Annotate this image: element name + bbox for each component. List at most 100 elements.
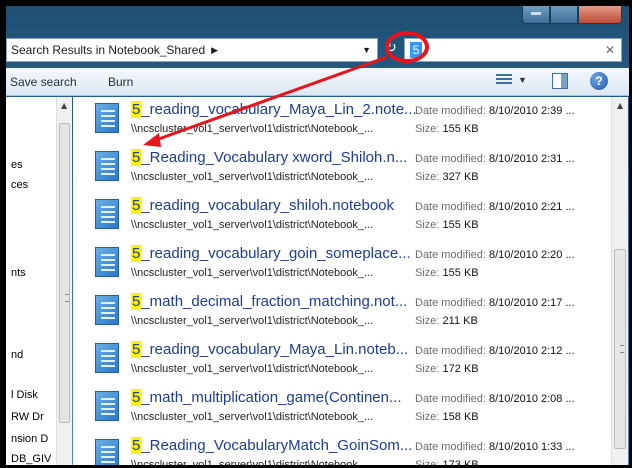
save-search-button[interactable]: Save search xyxy=(10,75,77,89)
result-row[interactable]: 5_reading_vocabulary_Maya_Lin_2.note... \… xyxy=(73,97,611,145)
nav-item[interactable]: nsion D xyxy=(11,433,48,445)
result-row[interactable]: 5_math_multiplication_game(Continen... \\… xyxy=(73,385,611,433)
maximize-button[interactable] xyxy=(550,6,578,24)
notebook-file-icon xyxy=(95,199,119,229)
file-size: Size: 327 KB xyxy=(415,171,479,183)
file-name[interactable]: 5_reading_vocabulary_Maya_Lin_2.note... xyxy=(131,101,417,118)
date-value: 8/10/2010 2:17 ... xyxy=(489,297,575,309)
file-size: Size: 155 KB xyxy=(415,219,479,231)
views-icon[interactable] xyxy=(496,74,512,88)
date-value: 8/10/2010 2:08 ... xyxy=(489,393,575,405)
match-highlight: 5 xyxy=(131,389,142,406)
chevron-down-icon[interactable]: ▼ xyxy=(362,45,371,55)
notebook-file-icon xyxy=(95,391,119,421)
file-size: Size: 158 KB xyxy=(415,411,479,423)
file-name[interactable]: 5_math_decimal_fraction_matching.not... xyxy=(131,293,407,310)
close-window-button[interactable] xyxy=(578,6,622,24)
nav-item[interactable]: es xyxy=(11,159,23,171)
file-name[interactable]: 5_math_multiplication_game(Continen... xyxy=(131,389,402,406)
date-modified: Date modified: 8/10/2010 2:12 ... xyxy=(415,345,575,357)
size-label: Size: xyxy=(415,171,440,183)
file-size: Size: 173 KB xyxy=(415,459,479,468)
command-bar: Save search Burn ▼ ? xyxy=(6,68,629,96)
nav-scrollbar[interactable]: ▲ xyxy=(56,97,72,465)
file-name[interactable]: 5_reading_vocabulary_goin_someplace... xyxy=(131,245,411,262)
date-value: 8/10/2010 1:33 ... xyxy=(489,441,575,453)
search-results-list: 5_reading_vocabulary_Maya_Lin_2.note... \… xyxy=(73,97,611,468)
file-name-rest: _reading_vocabulary_goin_someplace... xyxy=(141,245,411,262)
size-label: Size: xyxy=(415,363,440,375)
burn-button[interactable]: Burn xyxy=(108,75,133,89)
date-value: 8/10/2010 2:12 ... xyxy=(489,345,575,357)
match-highlight: 5 xyxy=(131,149,142,166)
size-label: Size: xyxy=(415,219,440,231)
date-value: 8/10/2010 2:21 ... xyxy=(489,201,575,213)
match-highlight: 5 xyxy=(131,293,142,310)
match-highlight: 5 xyxy=(131,197,142,214)
date-modified: Date modified: 8/10/2010 2:21 ... xyxy=(415,201,575,213)
views-dropdown-icon[interactable]: ▼ xyxy=(518,75,527,85)
size-value: 155 KB xyxy=(442,267,479,279)
size-label: Size: xyxy=(415,411,440,423)
preview-pane-icon[interactable] xyxy=(552,73,568,89)
size-value: 155 KB xyxy=(442,123,479,135)
match-highlight: 5 xyxy=(131,341,142,358)
search-query: 5 xyxy=(410,42,422,58)
explorer-window: Search Results in Notebook_Shared ▶ ▼ ↻ … xyxy=(6,6,629,468)
navigation-pane: es ces nts nd l Disk RW Dr nsion D DB_GI… xyxy=(6,97,56,465)
date-label: Date modified: xyxy=(415,441,486,453)
date-label: Date modified: xyxy=(415,153,486,165)
nav-item[interactable]: ces xyxy=(11,179,28,191)
chevron-right-icon[interactable]: ▶ xyxy=(211,45,218,56)
file-name[interactable]: 5_Reading_Vocabulary xword_Shiloh.n... xyxy=(131,149,407,166)
file-path: \\ncscluster_vol1_server\vol1\district\N… xyxy=(131,411,374,423)
file-name-rest: _reading_vocabulary_shiloh.notebook xyxy=(141,197,395,214)
help-icon[interactable]: ? xyxy=(590,72,608,90)
file-name-rest: _reading_vocabulary_Maya_Lin_2.note... xyxy=(141,101,417,118)
clear-search-icon[interactable]: ✕ xyxy=(605,43,615,57)
file-name[interactable]: 5_Reading_VocabularyMatch_GoinSom... xyxy=(131,437,412,454)
file-size: Size: 211 KB xyxy=(415,315,478,327)
nav-item[interactable]: DB_GIV xyxy=(11,453,51,465)
size-value: 173 KB xyxy=(442,459,479,468)
file-path: \\ncscluster_vol1_server\vol1\district\N… xyxy=(131,219,374,231)
nav-scroll-thumb[interactable] xyxy=(59,123,70,423)
size-value: 155 KB xyxy=(442,219,479,231)
file-name-rest: _reading_vocabulary_Maya_Lin.noteb... xyxy=(141,341,409,358)
file-path: \\ncscluster_vol1_server\vol1\district\N… xyxy=(131,363,374,375)
result-row[interactable]: 5_Reading_Vocabulary xword_Shiloh.n... \\… xyxy=(73,145,611,193)
date-modified: Date modified: 8/10/2010 2:17 ... xyxy=(415,297,575,309)
scroll-up-icon[interactable]: ▲ xyxy=(617,101,623,110)
result-row[interactable]: 5_reading_vocabulary_goin_someplace... \\… xyxy=(73,241,611,289)
notebook-file-icon xyxy=(95,103,119,133)
search-input[interactable]: 5 ✕ xyxy=(404,38,622,62)
result-row[interactable]: 5_Reading_VocabularyMatch_GoinSom... \\nc… xyxy=(73,433,611,468)
caption-buttons xyxy=(522,6,622,24)
result-row[interactable]: 5_math_decimal_fraction_matching.not... \… xyxy=(73,289,611,337)
result-row[interactable]: 5_reading_vocabulary_shiloh.notebook \\nc… xyxy=(73,193,611,241)
results-scroll-thumb[interactable] xyxy=(614,249,626,449)
date-label: Date modified: xyxy=(415,297,486,309)
address-text: Search Results in Notebook_Shared xyxy=(11,43,206,57)
notebook-file-icon xyxy=(95,295,119,325)
nav-item[interactable]: nts xyxy=(11,267,26,279)
nav-item[interactable]: nd xyxy=(11,349,23,361)
results-scrollbar[interactable]: ▲ xyxy=(611,97,628,465)
address-bar[interactable]: Search Results in Notebook_Shared ▶ ▼ xyxy=(6,38,378,62)
file-path: \\ncscluster_vol1_server\vol1\district\N… xyxy=(131,315,374,327)
date-value: 8/10/2010 2:31 ... xyxy=(489,153,575,165)
refresh-icon[interactable]: ↻ xyxy=(380,40,402,60)
file-name[interactable]: 5_reading_vocabulary_shiloh.notebook xyxy=(131,197,394,214)
nav-item[interactable]: l Disk xyxy=(11,389,38,401)
size-value: 327 KB xyxy=(442,171,479,183)
date-label: Date modified: xyxy=(415,201,486,213)
nav-item[interactable]: RW Dr xyxy=(11,411,44,423)
size-value: 158 KB xyxy=(442,411,479,423)
size-label: Size: xyxy=(415,459,440,468)
minimize-button[interactable] xyxy=(522,6,550,24)
date-modified: Date modified: 8/10/2010 2:20 ... xyxy=(415,249,575,261)
result-row[interactable]: 5_reading_vocabulary_Maya_Lin.noteb... \\… xyxy=(73,337,611,385)
scroll-up-icon[interactable]: ▲ xyxy=(61,101,67,110)
file-name[interactable]: 5_reading_vocabulary_Maya_Lin.noteb... xyxy=(131,341,408,358)
match-highlight: 5 xyxy=(131,245,142,262)
